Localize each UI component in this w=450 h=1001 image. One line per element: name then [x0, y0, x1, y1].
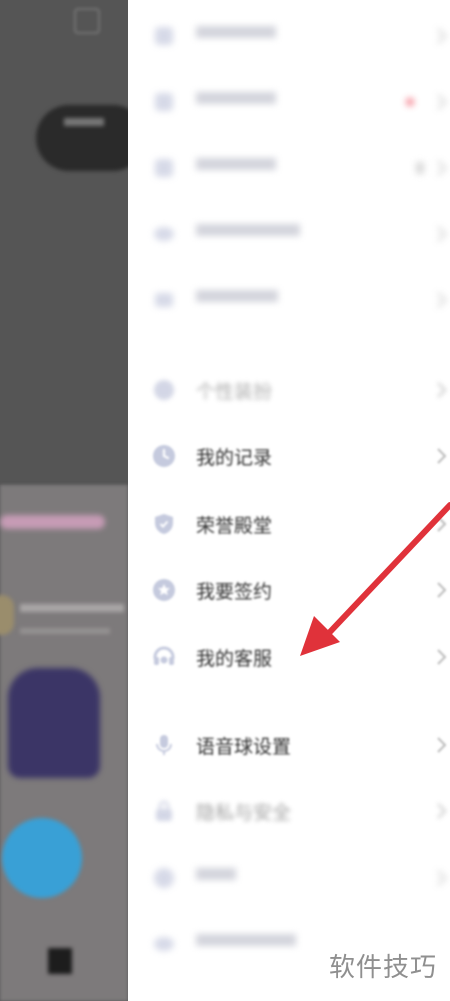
- menu-item-label: 我的客服: [196, 648, 273, 670]
- menu-item-sign-contract[interactable]: 我要签约: [128, 562, 450, 618]
- menu-item-icon: [154, 868, 174, 888]
- chevron-right-icon: [437, 160, 447, 176]
- clock-icon: [153, 445, 175, 467]
- shield-icon: [155, 514, 173, 534]
- headset-icon: [153, 646, 175, 665]
- blurred-text-line: [20, 604, 124, 612]
- microphone-icon: [156, 735, 172, 755]
- menu-item-label: [196, 934, 296, 946]
- menu-item-customer-service[interactable]: 我的客服: [128, 629, 450, 685]
- menu-item-label: [196, 158, 276, 170]
- menu-item-blurred-2[interactable]: [128, 74, 450, 130]
- chevron-right-icon: [437, 226, 447, 242]
- notification-dot: [406, 98, 414, 106]
- menu-item-my-records[interactable]: 我的记录: [128, 428, 450, 484]
- avatar: [0, 595, 14, 635]
- menu-item-label: [196, 92, 276, 104]
- blurred-pill-text: [64, 118, 104, 126]
- menu-item-blurred-5[interactable]: [128, 272, 450, 328]
- chevron-right-icon: [437, 382, 447, 398]
- menu-item-icon: [155, 293, 173, 307]
- side-drawer-menu: 个性装扮 我的记录 荣誉殿堂 我要签约 我的客服 语音球设置 隐私与安全: [128, 0, 450, 1001]
- menu-item-label: [196, 26, 276, 38]
- menu-item-personalize[interactable]: 个性装扮: [128, 362, 450, 418]
- chevron-right-icon: [437, 448, 447, 464]
- menu-item-label: 我的记录: [196, 447, 273, 469]
- menu-item-icon: [154, 227, 174, 241]
- menu-item-voice-ball-settings[interactable]: 语音球设置: [128, 717, 450, 773]
- chevron-right-icon: [437, 292, 447, 308]
- menu-item-label: 隐私与安全: [196, 802, 292, 824]
- blurred-text-line: [20, 628, 110, 634]
- menu-item-icon: [155, 93, 173, 111]
- menu-item-hall-of-honor[interactable]: 荣誉殿堂: [128, 496, 450, 552]
- chevron-right-icon: [437, 803, 447, 819]
- chevron-right-icon: [437, 516, 447, 532]
- lock-icon: [156, 800, 172, 821]
- menu-item-blurred-4[interactable]: [128, 206, 450, 262]
- scan-icon: [74, 8, 100, 34]
- menu-item-icon: [154, 937, 174, 951]
- chevron-right-icon: [437, 649, 447, 665]
- blurred-count: [416, 162, 424, 174]
- menu-item-icon: [155, 27, 173, 45]
- menu-item-label: 我要签约: [196, 581, 273, 603]
- chevron-right-icon: [437, 28, 447, 44]
- blurred-illustration: [8, 668, 100, 778]
- chevron-right-icon: [437, 737, 447, 753]
- chevron-right-icon: [437, 94, 447, 110]
- dimmed-top-area: [0, 0, 128, 485]
- dimmed-background-app[interactable]: [0, 0, 128, 1001]
- chevron-right-icon: [437, 582, 447, 598]
- blurred-pill-button: [36, 105, 128, 171]
- menu-item-blurred-1[interactable]: [128, 8, 450, 64]
- menu-item-label: [196, 224, 300, 236]
- menu-item-label: 语音球设置: [196, 736, 292, 758]
- menu-item-label: [196, 868, 236, 880]
- menu-item-blurred-3[interactable]: [128, 140, 450, 196]
- watermark-text: 软件技巧: [316, 948, 450, 988]
- menu-item-label: [196, 290, 278, 302]
- menu-item-label: 个性装扮: [196, 381, 273, 403]
- menu-item-privacy-security[interactable]: 隐私与安全: [128, 783, 450, 839]
- menu-item-icon: [155, 159, 173, 177]
- menu-item-blurred-6[interactable]: [128, 850, 450, 906]
- chevron-right-icon: [437, 870, 447, 886]
- blurred-small-icon: [48, 948, 72, 974]
- palette-icon: [154, 380, 174, 400]
- blurred-round-button: [2, 818, 82, 898]
- menu-item-label: 荣誉殿堂: [196, 515, 273, 537]
- blurred-pink-banner: [0, 515, 105, 529]
- star-badge-icon: [153, 579, 175, 601]
